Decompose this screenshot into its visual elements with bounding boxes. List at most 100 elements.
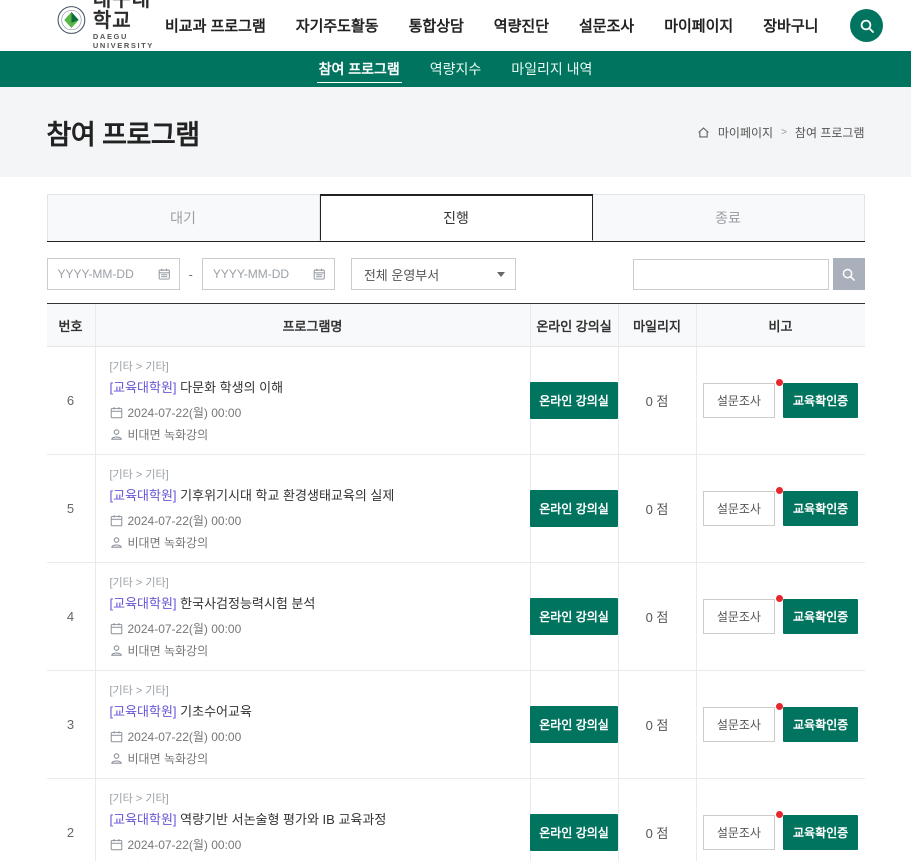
survey-button[interactable]: 설문조사: [703, 707, 775, 742]
breadcrumb-separator: >: [781, 127, 787, 138]
subnav-item[interactable]: 역량지수: [428, 56, 484, 82]
program-method: 비대면 녹화강의: [128, 534, 209, 551]
top-nav-item[interactable]: 장바구니: [763, 15, 818, 36]
header-search-button[interactable]: [850, 9, 883, 42]
keyword-search-button[interactable]: [833, 258, 865, 290]
survey-button[interactable]: 설문조사: [703, 599, 775, 634]
person-icon: [110, 536, 123, 549]
department-select[interactable]: 전체 운영부서: [351, 258, 516, 290]
university-seal-icon: [57, 0, 86, 40]
survey-button[interactable]: 설문조사: [703, 383, 775, 418]
breadcrumb-level1[interactable]: 마이페이지: [718, 124, 773, 141]
top-nav-item[interactable]: 비교과 프로그램: [165, 15, 266, 36]
date-from-input[interactable]: [58, 267, 159, 281]
calendar-icon[interactable]: [313, 267, 325, 281]
person-icon: [110, 752, 123, 765]
online-classroom-button[interactable]: 온라인 강의실: [530, 598, 618, 635]
online-classroom-button[interactable]: 온라인 강의실: [530, 814, 618, 851]
program-title-line: [교육대학원] 다문화 학생의 이해: [110, 377, 284, 396]
top-nav-item[interactable]: 역량진단: [494, 15, 549, 36]
survey-alert-dot: [776, 703, 783, 710]
program-date: 2024-07-22(월) 00:00: [128, 836, 242, 853]
status-tab[interactable]: 대기: [47, 194, 320, 241]
program-date: 2024-07-22(월) 00:00: [128, 512, 242, 529]
date-to-field[interactable]: [202, 258, 335, 290]
online-classroom-button[interactable]: 온라인 강의실: [530, 382, 618, 419]
program-method: 비대면 녹화강의: [128, 750, 209, 767]
calendar-icon: [110, 622, 123, 635]
certificate-button[interactable]: 교육확인증: [783, 815, 858, 850]
mileage-value: 0 점: [618, 347, 696, 454]
program-title[interactable]: 한국사검정능력시험 분석: [180, 596, 315, 611]
search-icon: [859, 18, 875, 34]
chevron-down-icon: [497, 272, 505, 277]
top-navigation: 비교과 프로그램 자기주도활동 통합상담 역량진단 설문조사 마이페이지 장바구…: [165, 9, 883, 42]
program-title[interactable]: 다문화 학생의 이해: [180, 380, 283, 395]
program-category: [기타 > 기타]: [110, 682, 169, 698]
logo-title: 대구대학교: [93, 0, 165, 32]
table-row: 3 [기타 > 기타] [교육대학원] 기초수어교육 2024-07-22(월)…: [47, 671, 865, 779]
survey-alert-dot: [776, 487, 783, 494]
breadcrumb: 마이페이지 > 참여 프로그램: [697, 124, 865, 141]
keyword-search-input[interactable]: [633, 259, 829, 290]
mileage-value: 0 점: [618, 563, 696, 670]
row-number: 6: [47, 347, 95, 454]
program-category: [기타 > 기타]: [110, 358, 169, 374]
table-row: 6 [기타 > 기타] [교육대학원] 다문화 학생의 이해 2024-07-2…: [47, 347, 865, 455]
row-number: 4: [47, 563, 95, 670]
online-classroom-button[interactable]: 온라인 강의실: [530, 706, 618, 743]
mileage-value: 0 점: [618, 779, 696, 861]
program-organizer[interactable]: [교육대학원]: [110, 704, 177, 719]
certificate-button[interactable]: 교육확인증: [783, 491, 858, 526]
survey-alert-dot: [776, 595, 783, 602]
top-nav-item[interactable]: 통합상담: [409, 15, 464, 36]
top-nav-item[interactable]: 마이페이지: [664, 15, 733, 36]
survey-button[interactable]: 설문조사: [703, 491, 775, 526]
calendar-icon: [110, 406, 123, 419]
subnav-item[interactable]: 참여 프로그램: [317, 56, 402, 83]
program-method: 비대면 녹화강의: [128, 642, 209, 659]
logo-subtitle: DAEGU UNIVERSITY: [93, 32, 165, 50]
table-row: 5 [기타 > 기타] [교육대학원] 기후위기시대 학교 환경생태교육의 실제…: [47, 455, 865, 563]
date-to-input[interactable]: [213, 267, 314, 281]
status-tab[interactable]: 종료: [593, 194, 865, 241]
program-title[interactable]: 역량기반 서논술형 평가와 IB 교육과정: [180, 812, 386, 827]
filter-row: - 전체 운영부서: [47, 258, 865, 290]
certificate-button[interactable]: 교육확인증: [783, 707, 858, 742]
calendar-icon[interactable]: [158, 267, 170, 281]
university-logo[interactable]: 대구대학교 DAEGU UNIVERSITY: [57, 0, 165, 50]
top-nav-item[interactable]: 설문조사: [579, 15, 634, 36]
survey-button[interactable]: 설문조사: [703, 815, 775, 850]
home-icon[interactable]: [697, 126, 710, 139]
logo-text: 대구대학교 DAEGU UNIVERSITY: [93, 0, 165, 50]
certificate-button[interactable]: 교육확인증: [783, 599, 858, 634]
certificate-button[interactable]: 교육확인증: [783, 383, 858, 418]
page-title: 참여 프로그램: [47, 113, 200, 152]
program-title-line: [교육대학원] 기후위기시대 학교 환경생태교육의 실제: [110, 485, 395, 504]
program-title-line: [교육대학원] 한국사검정능력시험 분석: [110, 593, 316, 612]
calendar-icon: [110, 730, 123, 743]
online-classroom-button[interactable]: 온라인 강의실: [530, 490, 618, 527]
main-content: 대기 진행 종료 - 전체 운영부서: [47, 194, 865, 861]
person-icon: [110, 428, 123, 441]
program-organizer[interactable]: [교육대학원]: [110, 596, 177, 611]
program-title[interactable]: 기초수어교육: [180, 704, 252, 719]
survey-alert-dot: [776, 811, 783, 818]
program-organizer[interactable]: [교육대학원]: [110, 488, 177, 503]
page-title-band: 참여 프로그램 마이페이지 > 참여 프로그램: [0, 87, 911, 177]
program-title-line: [교육대학원] 역량기반 서논술형 평가와 IB 교육과정: [110, 809, 387, 828]
program-title[interactable]: 기후위기시대 학교 환경생태교육의 실제: [180, 488, 394, 503]
column-header-no: 번호: [47, 304, 95, 346]
top-nav-item[interactable]: 자기주도활동: [296, 15, 379, 36]
program-date: 2024-07-22(월) 00:00: [128, 620, 242, 637]
survey-alert-dot: [776, 379, 783, 386]
program-category: [기타 > 기타]: [110, 574, 169, 590]
row-number: 2: [47, 779, 95, 861]
calendar-icon: [110, 514, 123, 527]
subnav-item[interactable]: 마일리지 내역: [509, 56, 594, 82]
program-organizer[interactable]: [교육대학원]: [110, 812, 177, 827]
program-category: [기타 > 기타]: [110, 466, 169, 482]
program-organizer[interactable]: [교육대학원]: [110, 380, 177, 395]
date-from-field[interactable]: [47, 258, 180, 290]
status-tab[interactable]: 진행: [320, 194, 593, 241]
